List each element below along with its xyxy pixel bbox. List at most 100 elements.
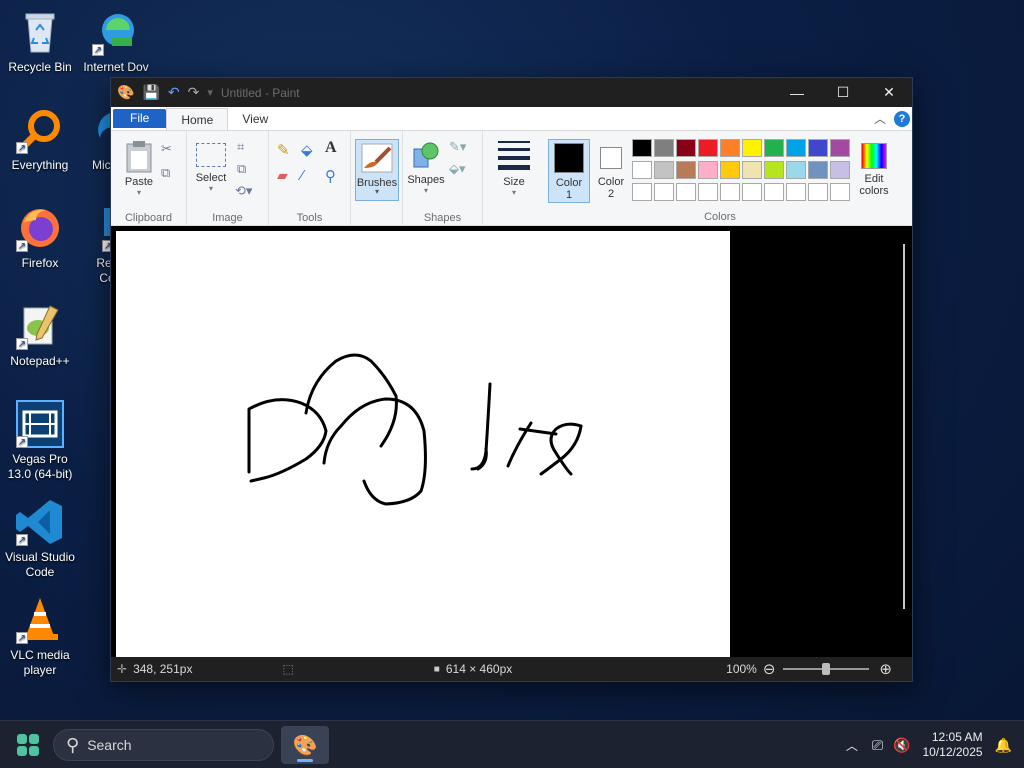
tab-view[interactable]: View <box>228 108 282 130</box>
fill-bucket-icon[interactable]: ⬙ <box>301 141 313 159</box>
palette-swatch[interactable] <box>632 183 652 201</box>
palette-swatch[interactable] <box>808 183 828 201</box>
text-tool-icon[interactable]: A <box>325 139 337 157</box>
group-label-shapes: Shapes <box>423 212 462 224</box>
vertical-scrollbar[interactable] <box>903 244 905 609</box>
palette-swatch[interactable] <box>764 161 784 179</box>
network-icon[interactable]: ⎚ <box>872 737 883 754</box>
palette-swatch[interactable] <box>676 161 696 179</box>
palette-swatch[interactable] <box>676 139 696 157</box>
rotate-icon[interactable]: ⟲▾ <box>235 183 252 199</box>
zoom-in-button[interactable]: ⊕ <box>879 660 892 678</box>
size-button[interactable]: Size ▾ <box>491 141 537 197</box>
zoom-slider-thumb[interactable] <box>822 663 831 675</box>
desktop-icon-internet-download[interactable]: ↗ Internet Dov <box>76 8 156 75</box>
palette-swatch[interactable] <box>764 139 784 157</box>
palette-swatch[interactable] <box>698 161 718 179</box>
save-icon[interactable]: 💾 <box>142 84 159 101</box>
clock[interactable]: 12:05 AM 10/12/2025 <box>923 730 983 760</box>
palette-swatch[interactable] <box>764 183 784 201</box>
palette-swatch[interactable] <box>654 183 674 201</box>
cut-icon[interactable]: ✂ <box>161 141 172 157</box>
palette-swatch[interactable] <box>808 161 828 179</box>
crop-icon[interactable]: ⌗ <box>237 139 244 155</box>
palette-swatch[interactable] <box>654 161 674 179</box>
palette-swatch[interactable] <box>830 183 850 201</box>
magnifier-icon[interactable]: ⚲ <box>325 167 336 185</box>
show-hidden-icons-chevron-icon[interactable]: ︿ <box>846 737 858 754</box>
group-label-image: Image <box>212 212 243 224</box>
selection-size-icon: ⬚ <box>282 662 294 676</box>
shapes-button[interactable]: Shapes ▾ <box>407 139 445 195</box>
palette-swatch[interactable] <box>698 139 718 157</box>
size-label: Size <box>503 176 525 188</box>
desktop-icon-label: Recycle Bin <box>8 60 72 74</box>
color2-swatch <box>600 147 622 169</box>
palette-swatch[interactable] <box>720 161 740 179</box>
desktop-icon-vegas-pro[interactable]: ↗ Vegas Pro 13.0 (64-bit) <box>0 400 80 482</box>
tab-home[interactable]: Home <box>166 108 229 130</box>
paste-button[interactable]: Paste ▾ <box>121 139 157 197</box>
resize-icon[interactable]: ⧉ <box>237 161 246 177</box>
shapes-group: Shapes ▾ ✎▾ ⬙▾ Shapes <box>403 131 483 226</box>
palette-swatch[interactable] <box>742 139 762 157</box>
desktop-icon-notepad-plus-plus[interactable]: ↗ Notepad++ <box>0 302 80 369</box>
palette-swatch[interactable] <box>720 183 740 201</box>
zoom-slider[interactable] <box>783 662 870 676</box>
outline-icon[interactable]: ✎▾ <box>449 139 466 155</box>
color2-button[interactable]: Color 2 <box>591 139 631 203</box>
color-picker-icon[interactable]: ⁄ <box>301 167 304 184</box>
palette-swatch[interactable] <box>742 161 762 179</box>
palette-swatch[interactable] <box>654 139 674 157</box>
palette-swatch[interactable] <box>786 139 806 157</box>
pencil-icon[interactable]: ✎ <box>277 141 290 159</box>
taskbar-paint-button[interactable]: 🎨 <box>281 726 329 764</box>
paste-label: Paste <box>124 176 154 188</box>
start-button[interactable] <box>16 733 40 760</box>
desktop-icon-vscode[interactable]: ↗ Visual Studio Code <box>0 498 80 580</box>
fill-icon[interactable]: ⬙▾ <box>449 161 466 177</box>
maximize-button[interactable]: ☐ <box>820 78 866 107</box>
palette-swatch[interactable] <box>632 139 652 157</box>
desktop-icon-recycle-bin[interactable]: Recycle Bin <box>0 8 80 75</box>
volume-muted-icon[interactable]: 🔇 <box>893 737 910 754</box>
minimize-button[interactable]: — <box>774 78 820 107</box>
paste-icon <box>126 141 152 173</box>
edit-colors-button[interactable]: Edit colors <box>855 139 893 197</box>
palette-swatch[interactable] <box>830 139 850 157</box>
palette-swatch[interactable] <box>742 183 762 201</box>
redo-icon[interactable]: ↷ <box>188 84 200 101</box>
zoom-out-button[interactable]: ⊖ <box>763 660 776 678</box>
customize-quick-access-icon[interactable]: ▾ <box>207 86 213 99</box>
edit-colors-label-line2: colors <box>859 185 889 197</box>
edit-colors-icon <box>861 143 887 169</box>
tools-group: ✎ ⬙ A ▰ ⁄ ⚲ Tools <box>269 131 351 226</box>
eraser-icon[interactable]: ▰ <box>277 167 288 184</box>
help-icon[interactable]: ? <box>894 110 910 127</box>
palette-swatch[interactable] <box>808 139 828 157</box>
window-title: Untitled - Paint <box>220 85 300 100</box>
palette-swatch[interactable] <box>676 183 696 201</box>
copy-icon[interactable]: ⧉ <box>161 165 170 181</box>
select-button[interactable]: Select ▾ <box>193 139 229 193</box>
drawing-canvas[interactable] <box>116 231 730 659</box>
desktop-icon-firefox[interactable]: ↗ Firefox <box>0 204 80 271</box>
notification-bell-icon[interactable]: 🔔 <box>995 737 1012 754</box>
close-button[interactable]: ✕ <box>866 78 912 107</box>
file-menu[interactable]: File <box>113 109 167 128</box>
color1-button[interactable]: Color 1 <box>548 139 590 203</box>
palette-swatch[interactable] <box>720 139 740 157</box>
undo-icon[interactable]: ↶ <box>168 84 180 101</box>
palette-swatch[interactable] <box>786 161 806 179</box>
desktop-icon-vlc[interactable]: ↗ VLC media player <box>0 596 80 678</box>
clipboard-group: Paste ▾ ✂ ⧉ Clipboard <box>111 131 187 226</box>
palette-swatch[interactable] <box>632 161 652 179</box>
collapse-ribbon-icon[interactable]: ︿ <box>874 110 886 127</box>
taskbar-search[interactable]: ⚲ Search <box>53 729 274 761</box>
system-tray: ︿ ⎚ 🔇 12:05 AM 10/12/2025 🔔 <box>846 721 1024 768</box>
palette-swatch[interactable] <box>698 183 718 201</box>
desktop-icon-everything[interactable]: ↗ Everything <box>0 106 80 173</box>
palette-swatch[interactable] <box>830 161 850 179</box>
color2-label-line1: Color <box>597 176 625 188</box>
palette-swatch[interactable] <box>786 183 806 201</box>
